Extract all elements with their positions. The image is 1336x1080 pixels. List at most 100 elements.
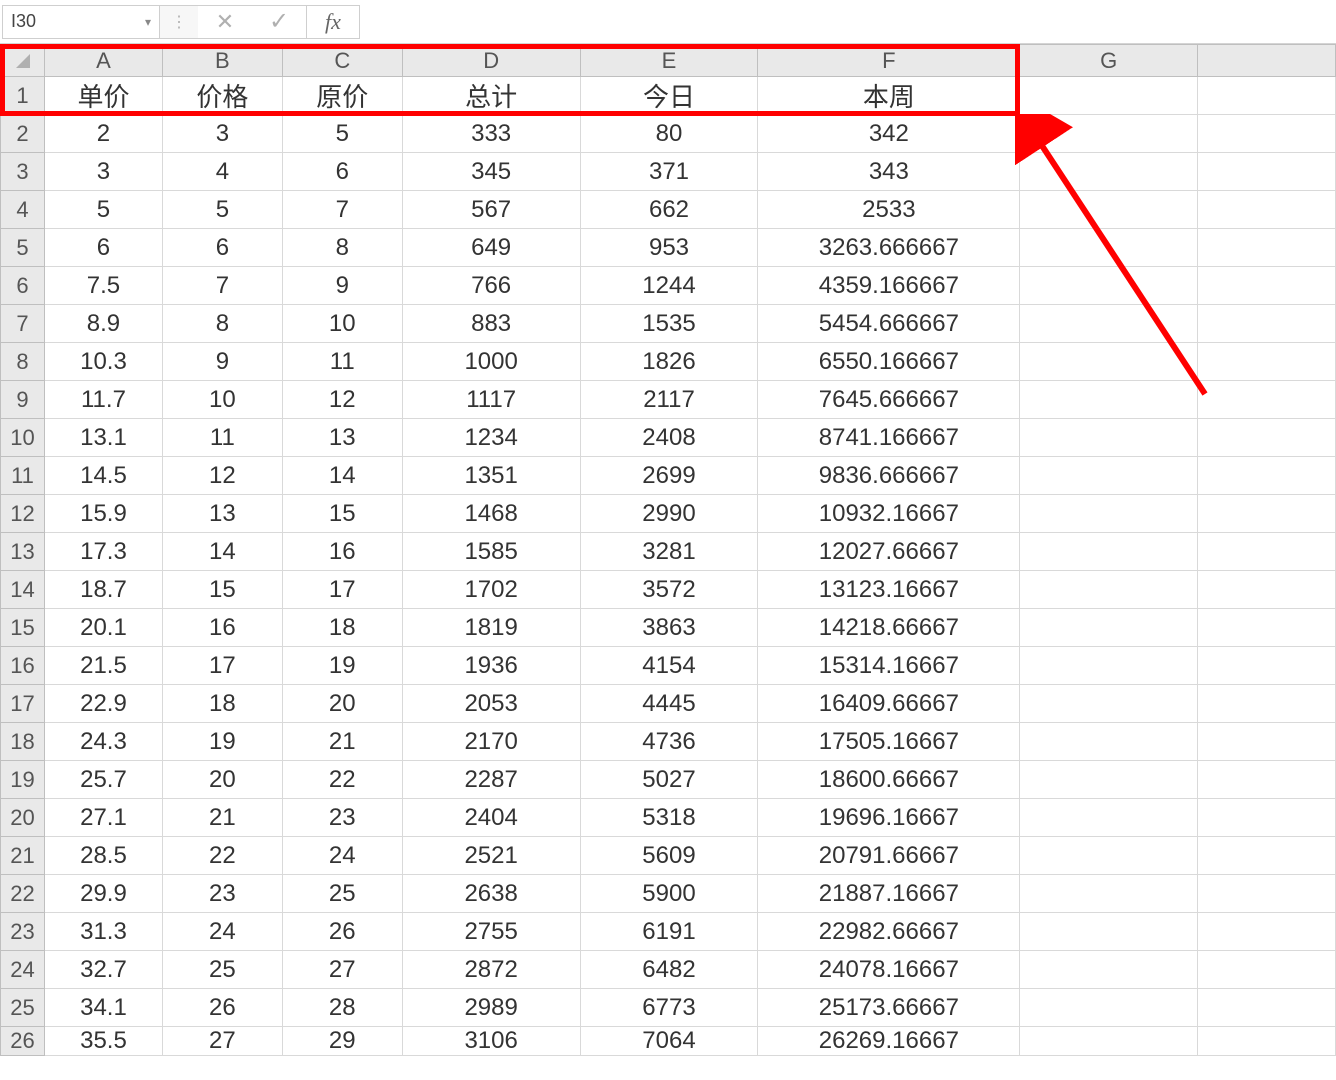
- cell[interactable]: 21: [282, 723, 402, 761]
- cell[interactable]: 1535: [580, 305, 758, 343]
- cell[interactable]: 16: [282, 533, 402, 571]
- cell[interactable]: [1020, 685, 1198, 723]
- cell[interactable]: 7: [162, 267, 282, 305]
- cell[interactable]: 1351: [402, 457, 580, 495]
- cell[interactable]: 4359.166667: [758, 267, 1020, 305]
- cell[interactable]: 26: [282, 913, 402, 951]
- row-header[interactable]: 4: [1, 191, 45, 229]
- column-header-D[interactable]: D: [402, 45, 580, 77]
- cell[interactable]: 1826: [580, 343, 758, 381]
- cell[interactable]: 2287: [402, 761, 580, 799]
- cell[interactable]: [1020, 761, 1198, 799]
- cell[interactable]: [1020, 229, 1198, 267]
- cell[interactable]: 1585: [402, 533, 580, 571]
- cell[interactable]: 766: [402, 267, 580, 305]
- cell[interactable]: 17505.16667: [758, 723, 1020, 761]
- name-box[interactable]: I30 ▾: [2, 5, 160, 39]
- cell[interactable]: [1198, 571, 1336, 609]
- cell[interactable]: 13123.16667: [758, 571, 1020, 609]
- cell[interactable]: 567: [402, 191, 580, 229]
- cell[interactable]: [1198, 685, 1336, 723]
- row-header[interactable]: 17: [1, 685, 45, 723]
- row-header[interactable]: 10: [1, 419, 45, 457]
- row-header[interactable]: 7: [1, 305, 45, 343]
- cell[interactable]: [1198, 267, 1336, 305]
- cell[interactable]: 18.7: [45, 571, 163, 609]
- formula-input[interactable]: [360, 5, 1334, 39]
- cell[interactable]: 953: [580, 229, 758, 267]
- cell[interactable]: [1198, 723, 1336, 761]
- cell[interactable]: 今日: [580, 77, 758, 115]
- column-header-extra[interactable]: [1198, 45, 1336, 77]
- cell[interactable]: 12: [282, 381, 402, 419]
- cell[interactable]: 15: [282, 495, 402, 533]
- cell[interactable]: 9: [162, 343, 282, 381]
- row-header[interactable]: 20: [1, 799, 45, 837]
- cell[interactable]: 4736: [580, 723, 758, 761]
- cell[interactable]: 12027.66667: [758, 533, 1020, 571]
- cell[interactable]: 15: [162, 571, 282, 609]
- cell[interactable]: 6550.166667: [758, 343, 1020, 381]
- cell[interactable]: 11: [282, 343, 402, 381]
- cell[interactable]: 19: [162, 723, 282, 761]
- row-header[interactable]: 6: [1, 267, 45, 305]
- cell[interactable]: 9836.666667: [758, 457, 1020, 495]
- row-header[interactable]: 14: [1, 571, 45, 609]
- cell[interactable]: 20.1: [45, 609, 163, 647]
- cell[interactable]: 6: [162, 229, 282, 267]
- cell[interactable]: 662: [580, 191, 758, 229]
- cell[interactable]: 17: [282, 571, 402, 609]
- cell[interactable]: 13: [282, 419, 402, 457]
- cell[interactable]: 5609: [580, 837, 758, 875]
- cell[interactable]: [1198, 419, 1336, 457]
- cell[interactable]: 35.5: [45, 1027, 163, 1056]
- cancel-formula-button[interactable]: ✕: [198, 5, 252, 39]
- cell[interactable]: 16409.66667: [758, 685, 1020, 723]
- row-header[interactable]: 18: [1, 723, 45, 761]
- cell[interactable]: [1198, 799, 1336, 837]
- cell[interactable]: 10: [282, 305, 402, 343]
- cell[interactable]: 15.9: [45, 495, 163, 533]
- cell[interactable]: 6773: [580, 989, 758, 1027]
- cell[interactable]: [1020, 951, 1198, 989]
- cell[interactable]: 1936: [402, 647, 580, 685]
- cell[interactable]: 12: [162, 457, 282, 495]
- spreadsheet-grid[interactable]: A B C D E F G 1单价价格原价总计今日本周2235333803423…: [0, 44, 1336, 1056]
- cell[interactable]: [1020, 419, 1198, 457]
- cell[interactable]: 2699: [580, 457, 758, 495]
- cell[interactable]: 22982.66667: [758, 913, 1020, 951]
- cell[interactable]: 27: [162, 1027, 282, 1056]
- cell[interactable]: 22: [162, 837, 282, 875]
- cell[interactable]: [1020, 609, 1198, 647]
- cell[interactable]: [1020, 495, 1198, 533]
- column-header-B[interactable]: B: [162, 45, 282, 77]
- cell[interactable]: 371: [580, 153, 758, 191]
- row-header[interactable]: 11: [1, 457, 45, 495]
- fx-button[interactable]: fx: [306, 5, 360, 39]
- cell[interactable]: 2989: [402, 989, 580, 1027]
- cell[interactable]: 10: [162, 381, 282, 419]
- cell[interactable]: [1020, 533, 1198, 571]
- cell[interactable]: 18600.66667: [758, 761, 1020, 799]
- cell[interactable]: [1020, 875, 1198, 913]
- cell[interactable]: 24: [162, 913, 282, 951]
- cell[interactable]: 19696.16667: [758, 799, 1020, 837]
- cell[interactable]: 2872: [402, 951, 580, 989]
- row-header[interactable]: 19: [1, 761, 45, 799]
- cell[interactable]: 20: [282, 685, 402, 723]
- cell[interactable]: 2408: [580, 419, 758, 457]
- row-header[interactable]: 8: [1, 343, 45, 381]
- cell[interactable]: 8.9: [45, 305, 163, 343]
- cell[interactable]: 14.5: [45, 457, 163, 495]
- cell[interactable]: 343: [758, 153, 1020, 191]
- row-header[interactable]: 9: [1, 381, 45, 419]
- cell[interactable]: 本周: [758, 77, 1020, 115]
- cell[interactable]: 24.3: [45, 723, 163, 761]
- cell[interactable]: [1198, 609, 1336, 647]
- cell[interactable]: 1702: [402, 571, 580, 609]
- row-header[interactable]: 21: [1, 837, 45, 875]
- cell[interactable]: [1020, 989, 1198, 1027]
- cell[interactable]: [1020, 381, 1198, 419]
- cell[interactable]: [1198, 1027, 1336, 1056]
- cell[interactable]: [1198, 495, 1336, 533]
